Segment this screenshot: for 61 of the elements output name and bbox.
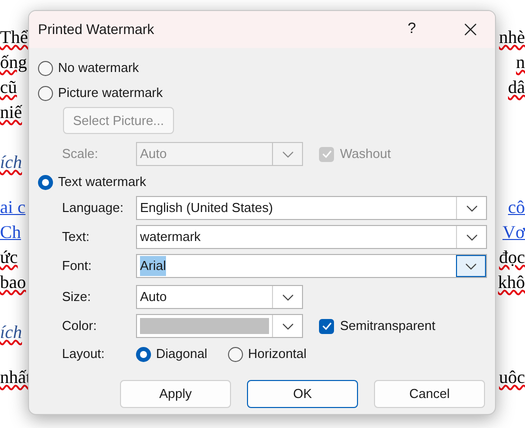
- document-text: ống: [0, 51, 27, 74]
- dialog-button[interactable]: Apply: [120, 380, 231, 408]
- document-text: bao: [0, 271, 26, 294]
- radio-button[interactable]: [38, 174, 53, 190]
- checkbox-label[interactable]: Semitransparent: [340, 316, 436, 336]
- dropdown-value: Arial: [140, 256, 166, 276]
- radio-label[interactable]: Diagonal: [156, 344, 208, 364]
- document-text: ức: [0, 246, 18, 269]
- chevron-down-icon: [282, 294, 294, 300]
- dropdown-value: Auto: [140, 288, 167, 306]
- field-label: Font:: [62, 257, 93, 276]
- checkbox-label: Washout: [340, 145, 391, 164]
- radio-button[interactable]: [38, 60, 53, 76]
- dropdown-value: watermark: [140, 228, 201, 246]
- document-text: cũ: [0, 76, 17, 99]
- heading-text: ích: [0, 321, 22, 344]
- field-label: Color:: [62, 317, 98, 336]
- document-text: uôc: [499, 366, 525, 389]
- dropdown-value: Auto: [140, 145, 167, 164]
- chevron-down-icon: [282, 150, 294, 158]
- dropdown[interactable]: English (United States): [136, 196, 487, 220]
- check-icon: [322, 150, 332, 158]
- radio-label[interactable]: Horizontal: [248, 344, 307, 364]
- link-text[interactable]: Vơ: [502, 220, 525, 245]
- window-title: Printed Watermark: [38, 20, 156, 39]
- radio-label[interactable]: No watermark: [58, 58, 139, 78]
- document-text: n: [516, 51, 525, 74]
- link-text[interactable]: ai c: [0, 195, 26, 220]
- field-label: Text:: [62, 228, 90, 246]
- chevron-down-icon: [466, 204, 478, 212]
- help-button[interactable]: ?: [408, 18, 416, 41]
- dropdown[interactable]: watermark: [136, 225, 487, 249]
- link-text[interactable]: Ch: [0, 220, 22, 245]
- chevron-down-icon: [466, 234, 478, 240]
- checkbox[interactable]: [319, 318, 334, 334]
- document-text: khô: [498, 271, 525, 294]
- document-text: nhè: [499, 26, 525, 49]
- document-text: niế: [0, 101, 22, 124]
- chevron-down-icon: [282, 322, 294, 330]
- dropdown[interactable]: Arial: [136, 254, 487, 278]
- radio-button[interactable]: [228, 346, 243, 362]
- check-icon: [322, 322, 332, 330]
- dropdown[interactable]: Auto: [136, 285, 303, 309]
- chevron-down-icon: [465, 262, 477, 270]
- close-icon: [464, 23, 477, 36]
- dialog-button[interactable]: Cancel: [374, 380, 485, 408]
- radio-button[interactable]: [38, 86, 53, 100]
- radio-button[interactable]: [136, 346, 151, 362]
- field-label: Scale:: [62, 145, 100, 164]
- field-label: Language:: [62, 199, 124, 218]
- field-label: Layout:: [62, 345, 106, 364]
- document-text: đọc: [499, 246, 525, 269]
- document-text: dâ: [508, 76, 525, 99]
- heading-text: ích: [0, 151, 22, 174]
- document-text: Thể: [0, 26, 28, 49]
- link-text[interactable]: cô: [508, 195, 525, 220]
- dialog-button[interactable]: OK: [247, 380, 358, 408]
- field-label: Size:: [62, 288, 92, 306]
- radio-label[interactable]: Text watermark: [58, 172, 146, 192]
- radio-label[interactable]: Picture watermark: [58, 83, 163, 103]
- dropdown-value: English (United States): [140, 199, 273, 218]
